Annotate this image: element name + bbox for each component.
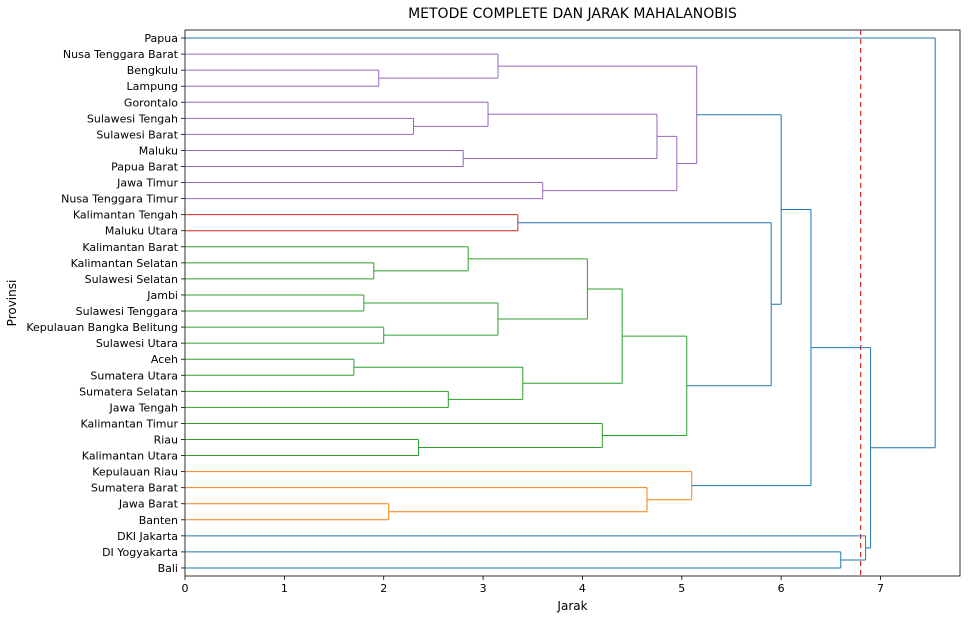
y-axis-label: Provinsi (5, 280, 19, 327)
leaf-label: Sumatera Utara (90, 369, 178, 382)
chart-svg: METODE COMPLETE DAN JARAK MAHALANOBIS 0 1 2… (0, 0, 978, 624)
leaf-label: Kalimantan Timur (81, 417, 179, 430)
leaf-label: Jawa Timur (116, 177, 178, 190)
x-tick-label: 5 (678, 582, 685, 595)
x-tick-label: 4 (579, 582, 586, 595)
chart-title: METODE COMPLETE DAN JARAK MAHALANOBIS (408, 6, 737, 22)
leaf-label: Banten (139, 514, 178, 527)
leaf-label: Sulawesi Tenggara (76, 305, 178, 318)
plot-border (185, 30, 960, 576)
leaf-label: Bali (158, 562, 178, 575)
leaf-label: Lampung (127, 80, 179, 93)
leaf-label: Kalimantan Utara (82, 450, 178, 463)
leaf-label: Kalimantan Barat (82, 241, 178, 254)
leaf-label: Papua Barat (111, 161, 179, 174)
leaf-label: Gorontalo (124, 96, 178, 109)
x-tick-label: 0 (182, 582, 189, 595)
leaf-label: Sulawesi Utara (96, 337, 178, 350)
leaf-label: DI Yogyakarta (102, 546, 178, 559)
leaf-label: Sumatera Selatan (79, 385, 178, 398)
x-tick-label: 6 (778, 582, 785, 595)
leaf-label: Jawa Tengah (108, 401, 178, 414)
x-axis-label: Jarak (556, 599, 587, 613)
leaf-label: Kepulauan Riau (92, 466, 178, 479)
leaf-label: Maluku Utara (105, 225, 178, 238)
leaf-label: Sulawesi Barat (96, 128, 178, 141)
x-tick-label: 1 (281, 582, 288, 595)
leaf-label: Kalimantan Selatan (71, 257, 178, 270)
leaf-label: Kalimantan Tengah (73, 209, 178, 222)
leaf-label: DKI Jakarta (117, 530, 178, 543)
x-tick-label: 2 (380, 582, 387, 595)
leaf-label: Maluku (139, 144, 178, 157)
leaf-label: Bengkulu (127, 64, 178, 77)
leaf-label: Jambi (146, 289, 178, 302)
x-tick-label: 7 (877, 582, 884, 595)
leaf-label: Aceh (151, 353, 178, 366)
leaf-label: Nusa Tenggara Timur (61, 193, 178, 206)
leaf-label: Riau (154, 434, 178, 447)
leaf-label: Sumatera Barat (91, 482, 179, 495)
leaf-label: Sulawesi Selatan (85, 273, 178, 286)
leaf-label: Sulawesi Tengah (87, 112, 178, 125)
x-tick-label: 3 (480, 582, 487, 595)
leaf-label: Kepulauan Bangka Belitung (26, 321, 178, 334)
leaf-label: Papua (144, 32, 178, 45)
leaf-label: Jawa Barat (118, 498, 179, 511)
dendrogram-chart: METODE COMPLETE DAN JARAK MAHALANOBIS 0 1 2… (0, 0, 978, 624)
leaf-label: Nusa Tenggara Barat (63, 48, 179, 61)
